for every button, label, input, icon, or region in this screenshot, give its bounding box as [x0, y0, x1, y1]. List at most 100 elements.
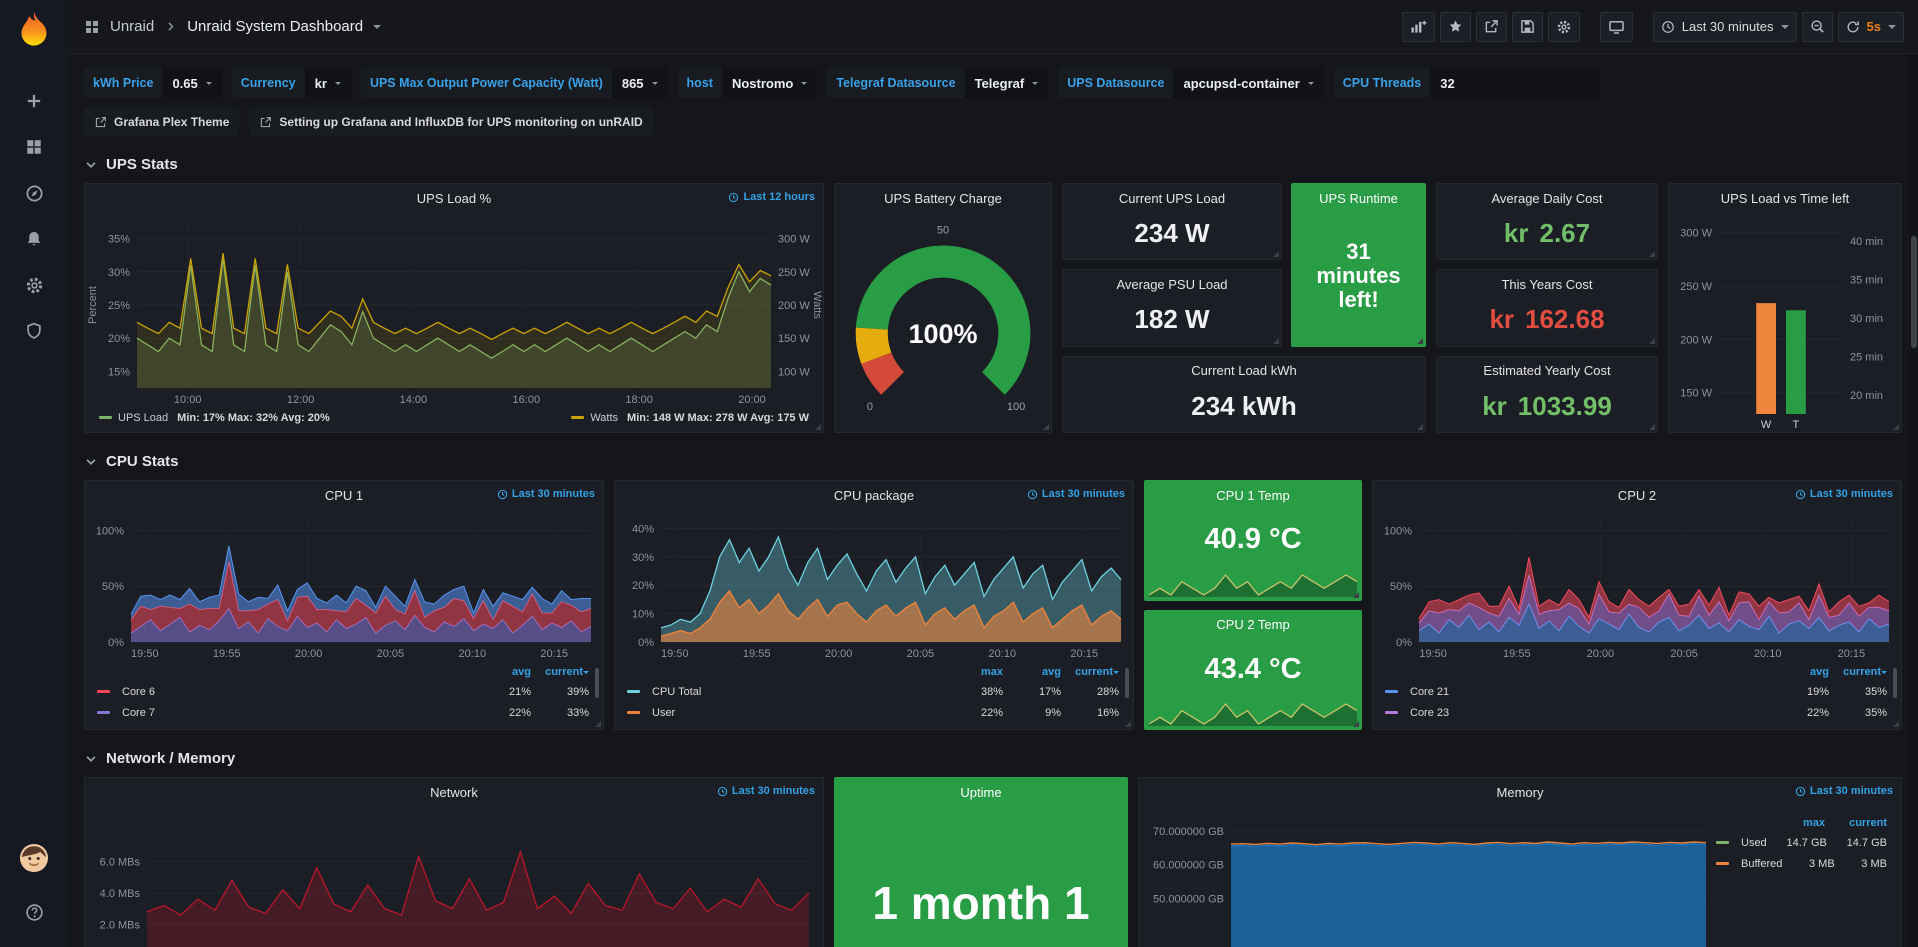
- panel-title[interactable]: CPU 1: [325, 488, 363, 503]
- section-network-memory[interactable]: Network / Memory: [84, 750, 1902, 767]
- sidebar-create-button[interactable]: [11, 78, 57, 124]
- memory-chart[interactable]: 50.000000 GB60.000000 GB70.000000 GB: [1139, 806, 1716, 947]
- legend-sort-avg[interactable]: avg: [1771, 666, 1829, 678]
- caret-down-icon[interactable]: [373, 25, 381, 29]
- panel-title[interactable]: CPU 2 Temp: [1216, 617, 1289, 632]
- panel-title[interactable]: Average PSU Load: [1116, 277, 1227, 292]
- variable-value-dropdown[interactable]: kr: [305, 68, 351, 98]
- user-avatar[interactable]: [11, 835, 57, 881]
- panel-title[interactable]: Current UPS Load: [1119, 191, 1225, 206]
- panel-title[interactable]: CPU 2: [1618, 488, 1656, 503]
- panel-title[interactable]: UPS Load vs Time left: [1721, 191, 1850, 206]
- save-dashboard-button[interactable]: [1512, 12, 1543, 42]
- svg-text:25%: 25%: [108, 300, 130, 312]
- breadcrumb-app[interactable]: Unraid: [110, 18, 154, 35]
- page-scrollbar[interactable]: [1910, 54, 1918, 947]
- legend-scrollbar[interactable]: [595, 668, 599, 698]
- dashboard-link-plex-theme[interactable]: Grafana Plex Theme: [84, 108, 239, 136]
- variable-value-dropdown[interactable]: apcupsd-container: [1173, 68, 1323, 98]
- panel-title[interactable]: Network: [430, 785, 478, 800]
- ups-load-chart[interactable]: 15%20%25%30%35%100 W150 W200 W250 W300 W…: [85, 212, 823, 408]
- time-range-override[interactable]: Last 12 hours: [728, 191, 815, 203]
- sidebar-dashboards-button[interactable]: [11, 124, 57, 170]
- time-range-override[interactable]: Last 30 minutes: [717, 785, 815, 797]
- legend-row-user[interactable]: User 22%9%16%: [627, 702, 1119, 723]
- panel-title[interactable]: Average Daily Cost: [1491, 191, 1602, 206]
- section-ups-stats[interactable]: UPS Stats: [84, 156, 1902, 173]
- time-range-override[interactable]: Last 30 minutes: [1795, 785, 1893, 797]
- battery-gauge[interactable]: 050100100%: [835, 212, 1051, 432]
- svg-text:6.0 MBs: 6.0 MBs: [100, 856, 141, 868]
- legend-sort-avg[interactable]: avg: [473, 666, 531, 678]
- svg-text:25 min: 25 min: [1850, 351, 1883, 363]
- variable-value-dropdown[interactable]: 865: [612, 68, 668, 98]
- svg-text:50.000000 GB: 50.000000 GB: [1153, 893, 1224, 905]
- panel-title[interactable]: CPU package: [834, 488, 914, 503]
- variable-ups-max-output: UPS Max Output Power Capacity (Watt) 865: [361, 68, 668, 98]
- share-dashboard-button[interactable]: [1476, 12, 1507, 42]
- dashboard-settings-button[interactable]: [1548, 12, 1580, 42]
- svg-text:19:50: 19:50: [1419, 648, 1447, 660]
- legend-scrollbar[interactable]: [1125, 668, 1129, 698]
- panel-title[interactable]: This Years Cost: [1501, 277, 1592, 292]
- legend-sort-current[interactable]: current: [1829, 666, 1887, 678]
- variable-value-dropdown[interactable]: 0.65: [162, 68, 221, 98]
- sidebar-configuration-button[interactable]: [11, 262, 57, 308]
- sidebar-explore-button[interactable]: [11, 170, 57, 216]
- legend-sort-current[interactable]: current: [1061, 666, 1119, 678]
- star-dashboard-button[interactable]: [1440, 12, 1471, 42]
- legend-sort-current[interactable]: current: [531, 666, 589, 678]
- apps-grid-icon[interactable]: [84, 19, 100, 35]
- scrollbar-thumb[interactable]: [1911, 236, 1917, 348]
- legend-row-core6[interactable]: Core 6 21%39%: [97, 681, 589, 702]
- legend-row-core7[interactable]: Core 7 22%33%: [97, 702, 589, 723]
- legend-item-watts[interactable]: Watts Min: 148 W Max: 278 W Avg: 175 W: [571, 412, 809, 424]
- legend-row-cpu-total[interactable]: CPU Total 38%17%28%: [627, 681, 1119, 702]
- time-range-picker[interactable]: Last 30 minutes: [1653, 12, 1797, 42]
- variable-value-input[interactable]: 32: [1430, 68, 1600, 98]
- legend-row-buffered[interactable]: Buffered 3 MB3 MB: [1716, 853, 1887, 874]
- variable-value-dropdown[interactable]: Nostromo: [722, 68, 817, 98]
- panel-title[interactable]: Estimated Yearly Cost: [1483, 363, 1610, 378]
- panel-title[interactable]: UPS Runtime: [1319, 191, 1398, 206]
- cpu2-temp-sparkline: [1149, 700, 1357, 726]
- panel-title[interactable]: Current Load kWh: [1191, 363, 1297, 378]
- zoom-out-time-button[interactable]: [1802, 12, 1833, 42]
- legend-sort-max[interactable]: max: [1763, 817, 1825, 829]
- panel-title[interactable]: CPU 1 Temp: [1216, 488, 1289, 503]
- legend-sort-current[interactable]: current: [1825, 817, 1887, 829]
- network-chart[interactable]: 2.0 MBs4.0 MBs6.0 MBs: [85, 806, 823, 947]
- time-range-override[interactable]: Last 30 minutes: [1027, 488, 1125, 500]
- svg-text:12:00: 12:00: [287, 394, 315, 406]
- panel-title[interactable]: Memory: [1497, 785, 1544, 800]
- refresh-button[interactable]: 5s: [1838, 12, 1904, 42]
- legend-sort-max[interactable]: max: [945, 666, 1003, 678]
- dashboard-link-ups-guide[interactable]: Setting up Grafana and InfluxDB for UPS …: [249, 108, 652, 136]
- section-cpu-stats[interactable]: CPU Stats: [84, 453, 1902, 470]
- panel-title[interactable]: UPS Load %: [417, 191, 491, 206]
- panel-title[interactable]: Uptime: [960, 785, 1001, 800]
- panel-title[interactable]: UPS Battery Charge: [884, 191, 1002, 206]
- time-range-override[interactable]: Last 30 minutes: [1795, 488, 1893, 500]
- variable-value-dropdown[interactable]: Telegraf: [965, 68, 1049, 98]
- legend-scrollbar[interactable]: [1893, 668, 1897, 698]
- cpu-package-legend: max avg current CPU Total 38%17%28% User…: [615, 662, 1133, 729]
- legend-row-used[interactable]: Used 14.7 GB14.7 GB: [1716, 832, 1887, 853]
- legend-item-ups-load[interactable]: UPS Load Min: 17% Max: 32% Avg: 20%: [99, 412, 330, 424]
- legend-row-core23[interactable]: Core 23 22%35%: [1385, 702, 1887, 723]
- cpu1-chart[interactable]: 0%50%100%19:5019:5520:0020:0520:1020:15: [85, 509, 603, 662]
- legend-row-core21[interactable]: Core 21 19%35%: [1385, 681, 1887, 702]
- sidebar-server-admin-button[interactable]: [11, 308, 57, 354]
- cpu-package-chart[interactable]: 0%10%20%30%40%19:5019:5520:0020:0520:102…: [615, 509, 1133, 662]
- cpu2-chart[interactable]: 0%50%100%19:5019:5520:0020:0520:1020:15: [1373, 509, 1901, 662]
- legend-sort-avg[interactable]: avg: [1003, 666, 1061, 678]
- add-panel-button[interactable]: [1402, 12, 1435, 42]
- cycle-view-mode-button[interactable]: [1600, 12, 1633, 42]
- plus-icon: [28, 95, 40, 107]
- sidebar-alerting-button[interactable]: [11, 216, 57, 262]
- time-range-override[interactable]: Last 30 minutes: [497, 488, 595, 500]
- ups-load-vs-time-chart[interactable]: 150 W200 W250 W300 W20 min25 min30 min35…: [1669, 212, 1901, 432]
- breadcrumb-dashboard-title[interactable]: Unraid System Dashboard: [187, 18, 363, 35]
- grafana-logo[interactable]: [14, 10, 54, 50]
- help-button[interactable]: [11, 889, 57, 935]
